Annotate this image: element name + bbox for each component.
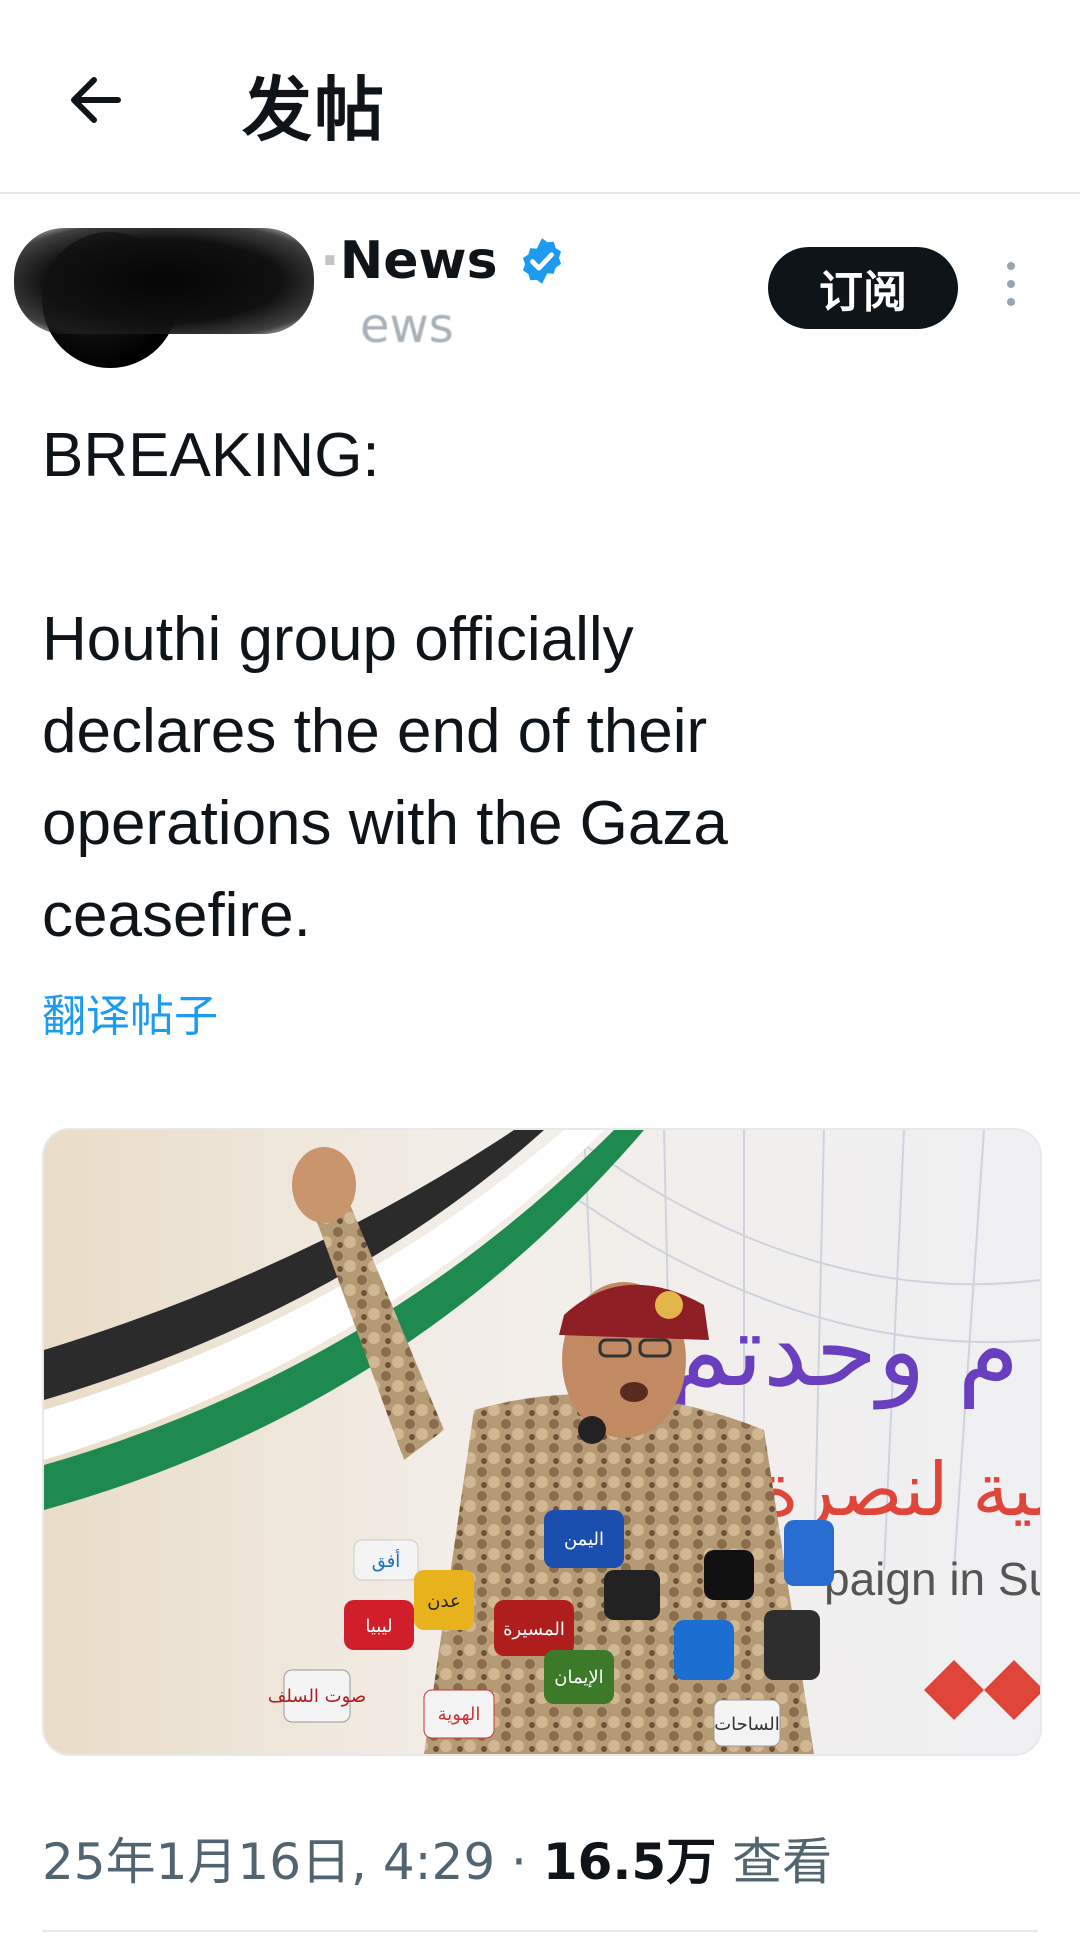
views-label: 查看: [732, 1833, 833, 1891]
meta-separator: ·: [511, 1833, 527, 1891]
mic-label-1: أفق: [372, 1549, 401, 1572]
mic-label-3: المسيرة: [503, 1619, 565, 1640]
verified-badge-icon: [522, 238, 561, 284]
author-handle: ews: [360, 298, 454, 354]
mic-label-5: عدن: [427, 1591, 460, 1612]
translate-post-link[interactable]: 翻译帖子: [42, 980, 218, 1044]
banner-english-partial: paign in Su: [824, 1553, 1040, 1605]
back-button[interactable]: [56, 60, 136, 140]
tweet-text: BREAKING: Houthi group officially declar…: [42, 421, 728, 950]
banner-arabic-top: م وحدتم: [669, 1292, 1020, 1410]
arrow-left-icon: [71, 77, 121, 123]
mic-label-8: صوت السلف: [268, 1686, 366, 1707]
mic-label-7: الهوية: [438, 1704, 481, 1725]
mic-label-6: الإيمان: [554, 1667, 603, 1688]
page-title: 发帖: [242, 69, 386, 151]
subscribe-button[interactable]: 订阅: [768, 247, 958, 329]
redacted-area: [14, 228, 314, 334]
mic-label-9: الساحات: [714, 1714, 780, 1735]
post-meta: 25年1月16日, 4:29 · 16.5万 查看: [42, 1822, 832, 1894]
author-name-faded: ·: [320, 231, 340, 291]
view-count: 16.5万: [542, 1833, 717, 1891]
mic-label-4: ليبيا: [365, 1616, 392, 1637]
divider: [42, 1930, 1038, 1932]
tweet-image[interactable]: م وحدتم طنية لنصرة الأقصى paign in Su أف…: [42, 1128, 1042, 1756]
more-vertical-icon: [996, 262, 1026, 306]
post-date: 25年1月16日, 4:29: [42, 1833, 496, 1891]
author-name: News: [339, 231, 498, 291]
mic-label-2: اليمن: [564, 1529, 604, 1550]
press-conference-image: م وحدتم طنية لنصرة الأقصى paign in Su أف…: [44, 1130, 1040, 1754]
author-name-row[interactable]: · News: [320, 228, 568, 294]
more-options-button[interactable]: [996, 262, 1026, 316]
top-bar: 发帖: [0, 0, 1080, 194]
